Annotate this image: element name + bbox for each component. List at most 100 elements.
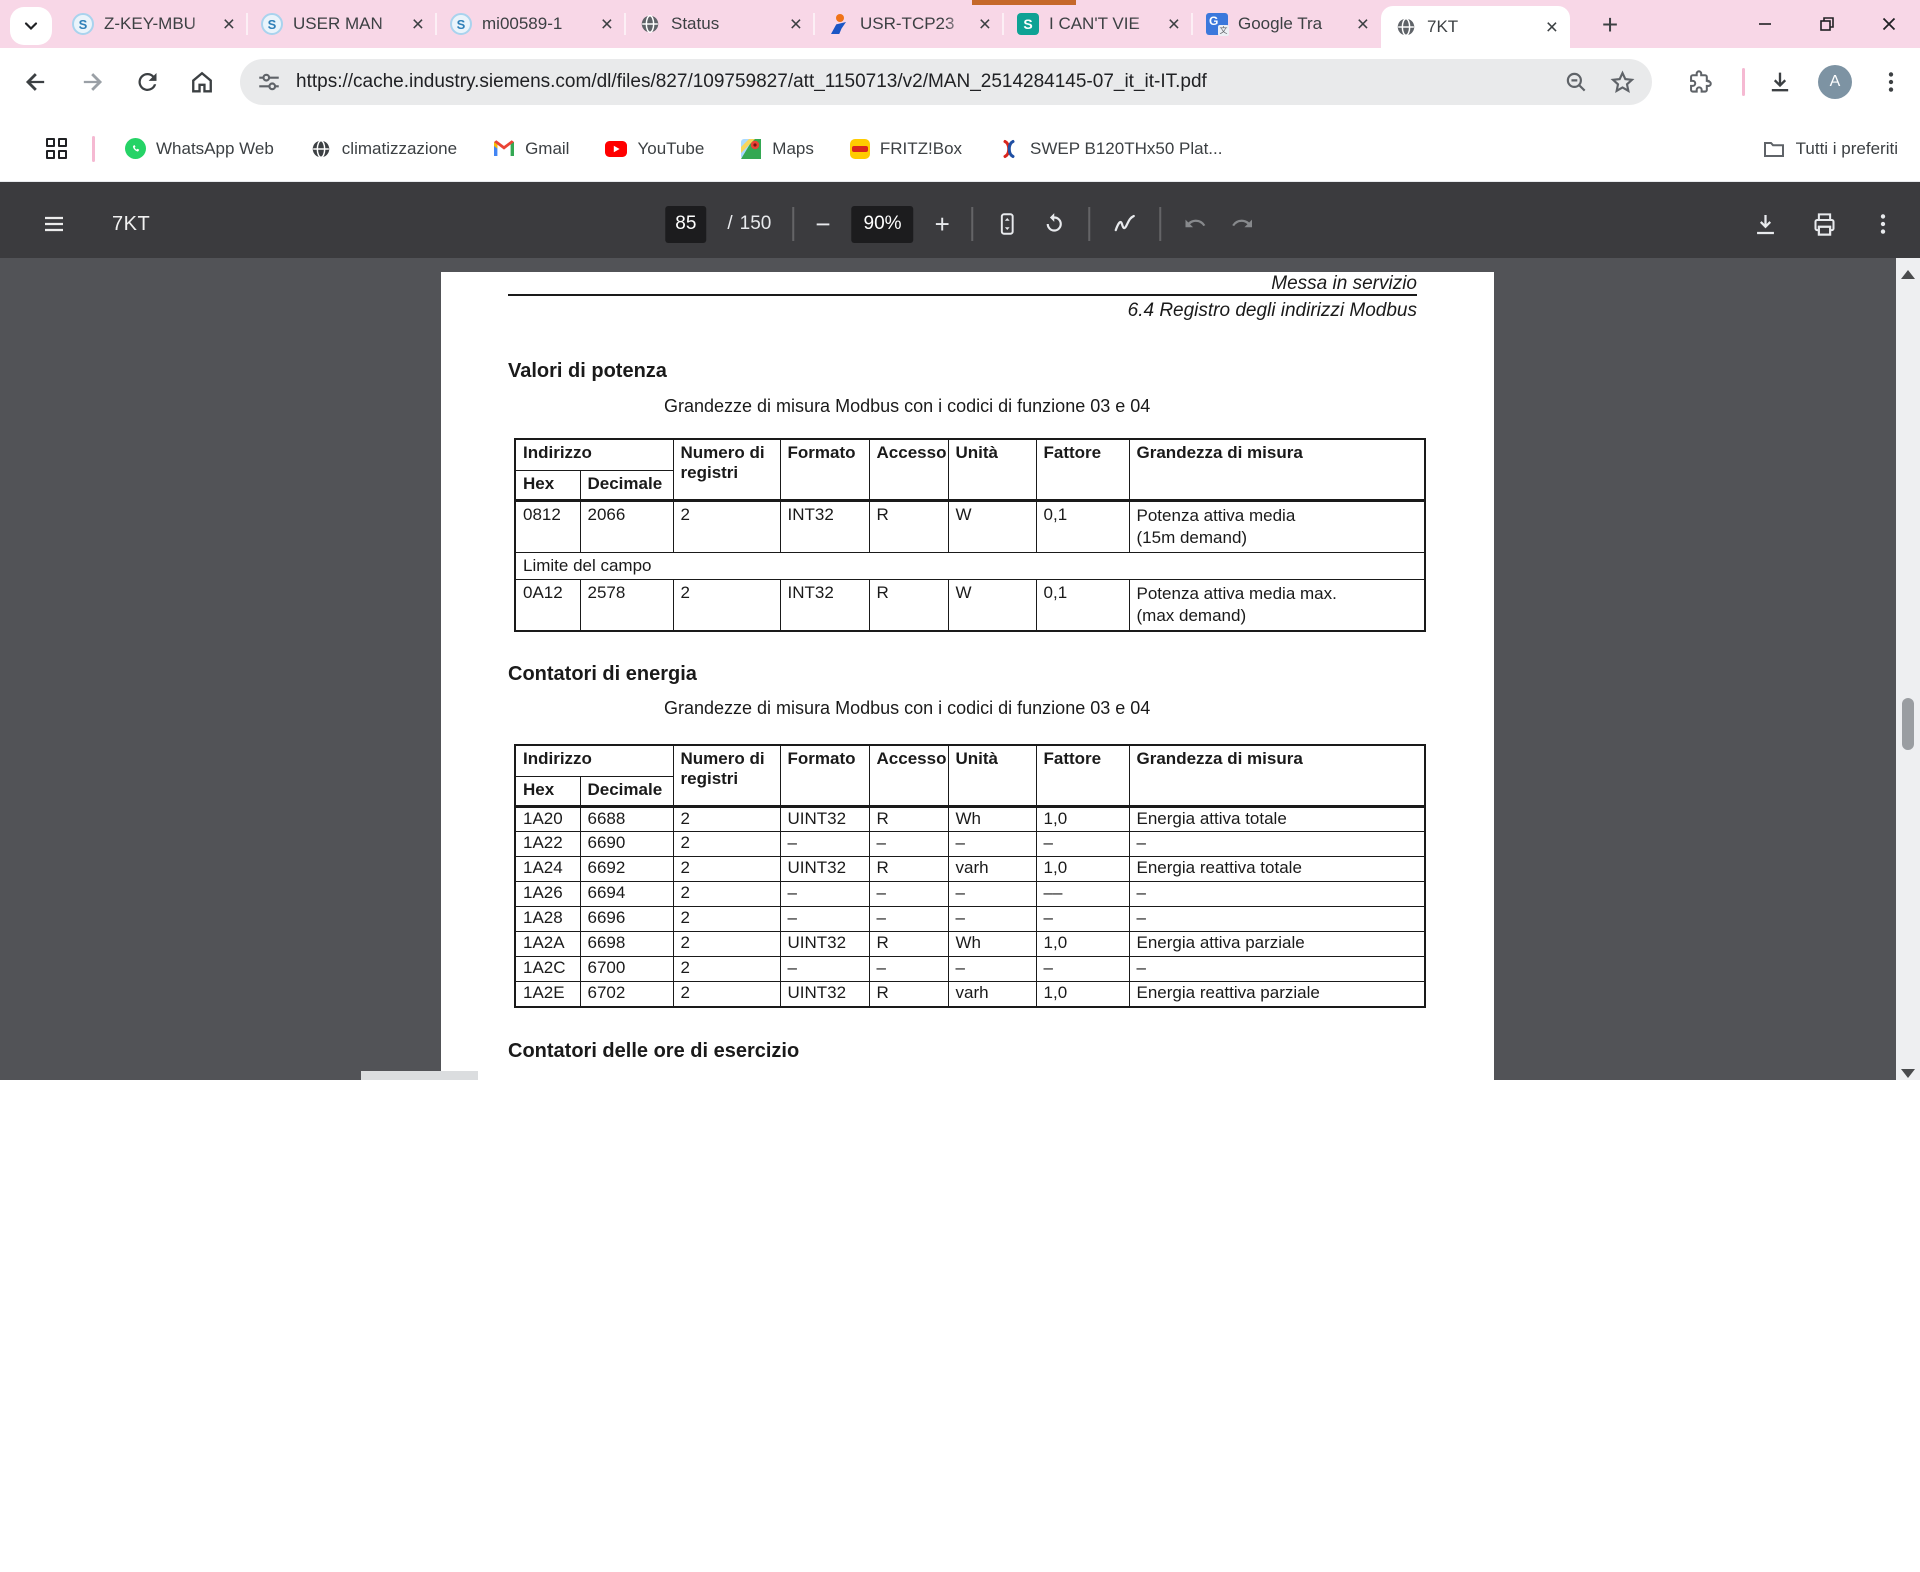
table-cell: 2 [673, 932, 780, 957]
tab-mi00589-1[interactable]: Smi00589-1× [436, 0, 625, 48]
window-restore-button[interactable] [1796, 0, 1858, 48]
pdf-title: 7KT [112, 213, 150, 236]
pdf-menu-button[interactable] [42, 212, 66, 236]
apps-grid-icon[interactable] [46, 138, 68, 160]
bookmark-star-icon[interactable] [1609, 69, 1636, 96]
zoom-out-icon[interactable] [1563, 69, 1589, 95]
table-cell: 6690 [580, 832, 673, 857]
table1-caption: Grandezze di misura Modbus con i codici … [664, 396, 1150, 417]
home-button[interactable] [188, 68, 216, 96]
column-header-formato: Formato [780, 745, 869, 807]
table-cell: 1A2E [515, 982, 580, 1007]
redo-button[interactable] [1229, 211, 1255, 237]
annotate-button[interactable] [1111, 211, 1138, 238]
bookmark-maps[interactable]: Maps [740, 138, 814, 160]
tab-7kt[interactable]: 7KT× [1381, 6, 1570, 48]
page-number-input[interactable]: 85 [665, 206, 706, 243]
hamburger-icon [42, 212, 66, 236]
table-cell: – [780, 907, 869, 932]
bookmark-swep-b120thx50-plat[interactable]: SWEP B120THx50 Plat... [998, 138, 1222, 160]
bookmarks-list: WhatsApp Web climatizzazione Gmail YouTube M… [125, 138, 1222, 160]
forward-button[interactable] [78, 68, 106, 96]
table-cell: varh [948, 857, 1036, 882]
table-cell: 2066 [580, 501, 673, 553]
column-header-decimale: Decimale [580, 777, 673, 807]
scroll-down-icon[interactable] [1901, 1069, 1915, 1078]
extensions-button[interactable] [1686, 69, 1713, 96]
pdf-print-button[interactable] [1811, 211, 1838, 238]
three-dots-icon [1870, 211, 1896, 237]
table-cell: 6688 [580, 807, 673, 832]
fit-page-button[interactable] [994, 211, 1020, 237]
scrollbar[interactable] [1896, 258, 1920, 1080]
reload-button[interactable] [134, 69, 161, 96]
table-cell: 6694 [580, 882, 673, 907]
home-icon [188, 68, 216, 96]
bookmark-gmail[interactable]: Gmail [493, 138, 569, 160]
rotate-button[interactable] [1041, 211, 1067, 237]
table-row: 0A1225782INT32RW0,1Potenza attiva media … [515, 580, 1425, 632]
table-cell: 6692 [580, 857, 673, 882]
table-row: 081220662INT32RW0,1Potenza attiva media(… [515, 501, 1425, 553]
tab-close-icon[interactable]: × [1542, 17, 1562, 38]
forward-icon [78, 68, 106, 96]
bookmark-label: climatizzazione [342, 139, 457, 159]
zoom-out-button[interactable]: − [815, 211, 830, 237]
window-minimize-button[interactable] [1734, 0, 1796, 48]
pdf-download-button[interactable] [1752, 211, 1779, 238]
profile-avatar[interactable]: A [1818, 65, 1852, 99]
bookmark-label: YouTube [637, 139, 704, 159]
column-header-unit: Unità [948, 745, 1036, 807]
download-icon [1766, 68, 1794, 96]
table-cell: 1A22 [515, 832, 580, 857]
zoom-in-button[interactable]: + [935, 211, 950, 237]
table-cell: UINT32 [780, 857, 869, 882]
tab-close-icon[interactable]: × [1353, 14, 1373, 35]
table-cell: Limite del campo [515, 553, 1425, 580]
bookmark-climatizzazione[interactable]: climatizzazione [310, 138, 457, 160]
address-bar[interactable]: https://cache.industry.siemens.com/dl/fi… [240, 59, 1652, 105]
tab-z-key-mbu[interactable]: SZ-KEY-MBU× [58, 0, 247, 48]
maps-icon [740, 138, 762, 160]
tab-search-button[interactable] [10, 7, 52, 45]
scroll-up-icon[interactable] [1901, 270, 1915, 279]
tab-google-tra[interactable]: G文Google Tra× [1192, 0, 1381, 48]
bookmark-fritz-box[interactable]: FRITZ!Box [850, 139, 962, 159]
tab-close-icon[interactable]: × [597, 14, 617, 35]
table-cell: – [869, 832, 948, 857]
pdf-more-button[interactable] [1870, 211, 1896, 237]
scrollbar-thumb[interactable] [1902, 698, 1914, 750]
tab-close-icon[interactable]: × [1164, 14, 1184, 35]
tab-title: I CAN'T VIE [1049, 14, 1154, 34]
tab-i-can-t-vie[interactable]: SI CAN'T VIE× [1003, 0, 1192, 48]
new-tab-button[interactable]: + [1592, 7, 1628, 43]
tab-user-man[interactable]: SUSER MAN× [247, 0, 436, 48]
modbus-table-energy: IndirizzoNumero di registriFormatoAccess… [514, 744, 1426, 1008]
page-count: /150 [727, 213, 771, 235]
column-header-accesso: Accesso [869, 439, 948, 501]
window-close-button[interactable] [1858, 0, 1920, 48]
table-cell: 1A2A [515, 932, 580, 957]
tab-usr-tcp23[interactable]: USR-TCP23× [814, 0, 1003, 48]
tab-close-icon[interactable]: × [786, 14, 806, 35]
bookmarks-divider [92, 136, 95, 162]
tab-close-icon[interactable]: × [975, 14, 995, 35]
tab-close-icon[interactable]: × [219, 14, 239, 35]
table-row: 1A2266902––––– [515, 832, 1425, 857]
tab-title: Status [671, 14, 776, 34]
table-cell: 0812 [515, 501, 580, 553]
back-button[interactable] [22, 68, 50, 96]
tab-close-icon[interactable]: × [408, 14, 428, 35]
table-cell: – [1036, 957, 1129, 982]
bookmark-youtube[interactable]: YouTube [605, 138, 704, 160]
all-bookmarks-button[interactable]: Tutti i preferiti [1762, 137, 1898, 161]
downloads-button[interactable] [1766, 68, 1794, 96]
tab-status[interactable]: Status × [625, 0, 814, 48]
table-cell: 2 [673, 807, 780, 832]
table-cell: 2 [673, 580, 780, 632]
bookmark-whatsapp-web[interactable]: WhatsApp Web [125, 138, 274, 159]
browser-menu-button[interactable] [1878, 69, 1904, 95]
column-header-fattore: Fattore [1036, 745, 1129, 807]
undo-button[interactable] [1182, 211, 1208, 237]
zoom-level-input[interactable]: 90% [852, 206, 914, 243]
